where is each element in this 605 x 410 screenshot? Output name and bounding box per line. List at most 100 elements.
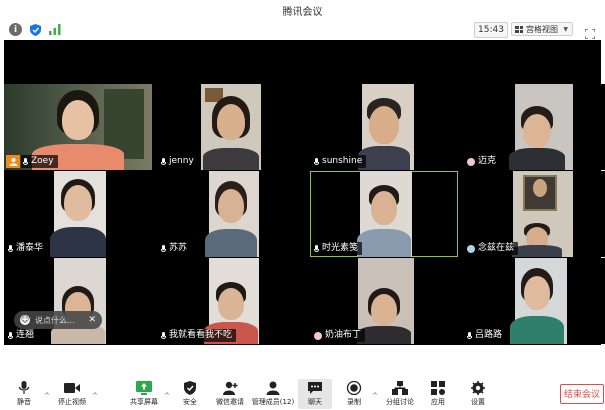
stop-video-button[interactable]: 停止视频 xyxy=(52,379,92,409)
tool-label: 静音 xyxy=(17,398,31,406)
microphone-icon xyxy=(161,244,166,253)
participant-name: 念兹在兹 xyxy=(478,243,515,253)
view-mode-label: 宫格视图 xyxy=(526,24,558,34)
apps-button[interactable]: 应用 xyxy=(418,379,458,409)
participant-name: Zoey xyxy=(31,156,54,166)
participant-nameplate: 迈克 xyxy=(465,155,501,168)
participant-name: 连翘 xyxy=(16,330,35,340)
tool-label: 设置 xyxy=(471,398,485,406)
participant-nameplate: 潘泰华 xyxy=(6,242,48,255)
participant-nameplate: 吕路路 xyxy=(465,329,507,342)
window-titlebar: 腾讯会议 xyxy=(0,0,605,20)
chevron-up-icon[interactable]: ^ xyxy=(372,392,378,400)
tool-label: 应用 xyxy=(431,398,445,406)
record-button[interactable]: 录制 xyxy=(334,379,374,409)
chevron-up-icon[interactable]: ^ xyxy=(92,392,98,400)
participant-name: sunshine xyxy=(322,156,363,166)
participant-tile-sunshine[interactable]: sunshine xyxy=(310,84,458,170)
fullscreen-icon[interactable] xyxy=(584,24,596,40)
heart-avatar-icon xyxy=(467,157,475,166)
share-screen-button[interactable]: 共享屏幕 xyxy=(124,379,164,409)
invite-icon xyxy=(222,380,238,395)
heart-avatar-icon xyxy=(314,331,322,340)
microphone-icon xyxy=(314,244,319,253)
manage-members-button[interactable]: 管理成员(12) xyxy=(250,379,296,409)
chevron-up-icon[interactable]: ^ xyxy=(164,392,170,400)
chevron-up-icon[interactable]: ^ xyxy=(44,392,50,400)
bubble-avatar-icon xyxy=(467,244,475,253)
mute-button[interactable]: 静音 xyxy=(4,379,44,409)
emoji-icon[interactable]: ☺ xyxy=(20,315,30,325)
chat-icon xyxy=(307,380,323,394)
members-icon xyxy=(265,380,281,395)
microphone-icon xyxy=(161,331,166,340)
host-badge-icon xyxy=(6,155,20,168)
participant-name: 潘泰华 xyxy=(16,243,44,253)
chat-input-placeholder[interactable]: 说点什么... xyxy=(35,315,75,326)
tool-label: 安全 xyxy=(183,398,197,406)
tool-label: 共享屏幕 xyxy=(130,398,158,406)
microphone-icon xyxy=(314,157,319,166)
participant-tile-lianqiao[interactable]: 连翘 xyxy=(4,258,152,344)
microphone-icon xyxy=(16,380,32,394)
participant-name: 我就看看我不吃 xyxy=(169,330,233,340)
microphone-icon xyxy=(8,331,13,340)
microphone-icon xyxy=(467,331,472,340)
share-screen-icon xyxy=(136,380,152,395)
shield-icon[interactable] xyxy=(29,23,42,36)
participant-nameplate: 连翘 xyxy=(6,329,39,342)
security-button[interactable]: 安全 xyxy=(170,379,210,409)
tool-label: 管理成员(12) xyxy=(251,398,295,406)
participant-tile-nianzi[interactable]: 念兹在兹 xyxy=(463,171,605,257)
participant-name: 吕路路 xyxy=(475,330,503,340)
window-title: 腾讯会议 xyxy=(282,7,323,18)
participant-tile-zoey[interactable]: Zoey xyxy=(4,84,152,170)
settings-button[interactable]: 设置 xyxy=(458,379,498,409)
meeting-timer: 15:43 xyxy=(474,22,508,38)
participant-tile-wojiu[interactable]: 我就看看我不吃 xyxy=(157,258,305,344)
participant-tile-jenny[interactable]: jenny xyxy=(157,84,305,170)
microphone-icon xyxy=(8,244,13,253)
participant-tile-naiyou[interactable]: 奶油布丁 xyxy=(310,258,458,344)
participant-name: 奶油布丁 xyxy=(325,330,362,340)
participant-nameplate: 时光素笺 xyxy=(312,242,363,255)
video-camera-icon xyxy=(64,380,80,394)
participant-tile-susu[interactable]: 苏苏 xyxy=(157,171,305,257)
participant-name: jenny xyxy=(169,156,194,166)
participant-name: 时光素笺 xyxy=(322,243,359,253)
participant-nameplate: 我就看看我不吃 xyxy=(159,329,237,342)
microphone-icon xyxy=(161,157,166,166)
grid-view-icon xyxy=(515,25,523,33)
meeting-info-bar: i 15:43 宫格视图 ▼ xyxy=(0,20,605,40)
participant-name: 苏苏 xyxy=(169,243,188,253)
info-icon[interactable]: i xyxy=(9,23,22,36)
participant-tile-shiguang[interactable]: 时光素笺 xyxy=(310,171,458,257)
participant-nameplate: jenny xyxy=(159,155,198,168)
participant-tile-pan[interactable]: 潘泰华 xyxy=(4,171,152,257)
wechat-invite-button[interactable]: 微信邀请 xyxy=(210,379,250,409)
participant-nameplate: 苏苏 xyxy=(159,242,192,255)
chevron-down-icon: ▼ xyxy=(563,25,568,33)
participant-nameplate: 奶油布丁 xyxy=(312,329,366,342)
end-meeting-button[interactable]: 结束会议 xyxy=(560,384,604,404)
participant-tile-lvlulu[interactable]: 吕路路 xyxy=(463,258,605,344)
tool-label: 录制 xyxy=(347,398,361,406)
view-mode-button[interactable]: 宫格视图 ▼ xyxy=(511,22,573,36)
breakout-icon xyxy=(392,380,408,395)
chat-button[interactable]: 聊天 xyxy=(298,379,332,409)
chat-input-popup[interactable]: ☺ 说点什么... ✕ xyxy=(14,311,102,329)
participant-name: 迈克 xyxy=(478,156,497,166)
participant-tile-maike[interactable]: 迈克 xyxy=(463,84,605,170)
close-icon[interactable]: ✕ xyxy=(88,315,96,325)
record-icon xyxy=(346,380,362,396)
gear-icon xyxy=(470,380,486,395)
tool-label: 微信邀请 xyxy=(216,398,244,406)
microphone-icon xyxy=(23,157,28,166)
shield-icon xyxy=(182,380,198,395)
breakout-rooms-button[interactable]: 分组讨论 xyxy=(380,379,420,409)
participant-nameplate: sunshine xyxy=(312,155,367,168)
tool-label: 分组讨论 xyxy=(386,398,414,406)
video-grid: Zoey jenny sunshine 迈克 潘泰华 苏苏 时光素笺 念兹在兹 … xyxy=(4,40,605,345)
signal-icon[interactable] xyxy=(48,23,61,36)
tool-label: 停止视频 xyxy=(58,398,86,406)
